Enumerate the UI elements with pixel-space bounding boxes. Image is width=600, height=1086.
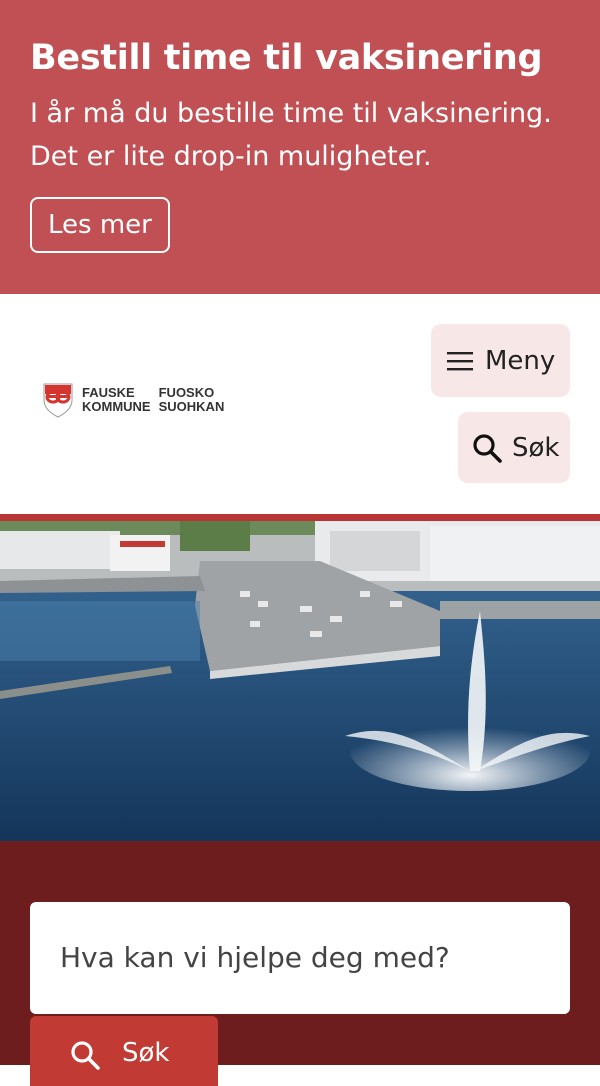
banner-text: I år må du bestille time til vaksinering… [30, 92, 570, 178]
hamburger-icon [447, 351, 473, 370]
search-submit-label: Søk [122, 1038, 170, 1068]
logo-text-fuosko: FUOSKO [158, 385, 215, 400]
menu-label: Meny [485, 345, 556, 376]
logo-text-kommune: KOMMUNE [82, 399, 151, 414]
harbor-fountain-photo [0, 521, 600, 841]
search-icon [71, 1041, 100, 1070]
header-search-button[interactable]: Søk [458, 412, 570, 483]
banner-text-line1: I år må du bestille time til vaksinering… [30, 98, 552, 129]
search-section: Hva kan vi hjelpe deg med? Søk [0, 841, 600, 1086]
read-more-button[interactable]: Les mer [30, 197, 170, 253]
search-icon [473, 433, 502, 463]
coat-of-arms-icon [43, 383, 73, 418]
logo-text-fauske: FAUSKE [82, 385, 135, 400]
banner-text-line2: Det er lite drop-in muligheter. [30, 141, 432, 172]
site-header: FAUSKE FUOSKO KOMMUNE SUOHKAN Meny Søk [0, 294, 600, 514]
logo-text-suohkan: SUOHKAN [158, 399, 225, 414]
municipality-logo[interactable]: FAUSKE FUOSKO KOMMUNE SUOHKAN [42, 382, 224, 418]
search-submit-button[interactable]: Søk [30, 1016, 218, 1086]
logo-wordmark: FAUSKE FUOSKO KOMMUNE SUOHKAN [82, 386, 224, 414]
menu-button[interactable]: Meny [431, 324, 570, 397]
banner-title: Bestill time til vaksinering [30, 38, 543, 78]
hero-image [0, 514, 600, 841]
vaccination-banner: Bestill time til vaksinering I år må du … [0, 0, 600, 294]
header-search-label: Søk [512, 432, 560, 463]
search-input[interactable]: Hva kan vi hjelpe deg med? [30, 902, 570, 1014]
